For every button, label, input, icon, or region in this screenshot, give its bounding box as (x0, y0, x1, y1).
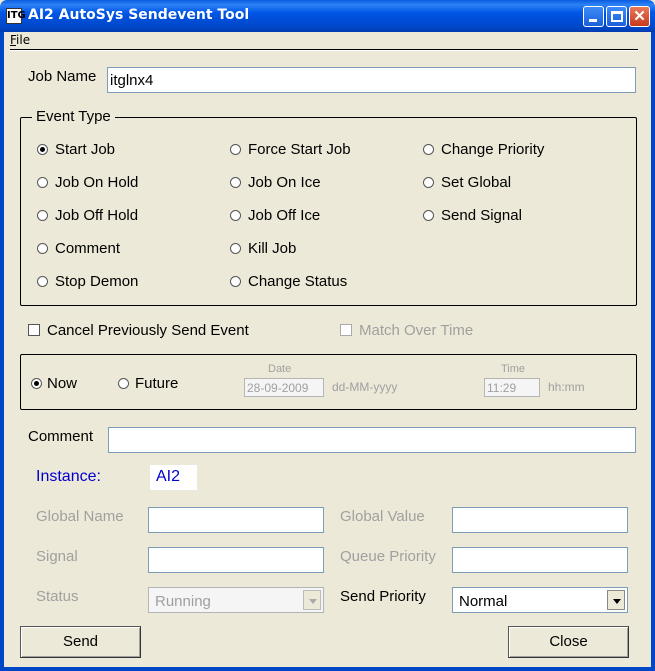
radio-future[interactable] (118, 378, 129, 389)
send-button[interactable]: Send (20, 626, 141, 658)
maximize-button[interactable] (606, 6, 627, 27)
radio-kill-job-label: Kill Job (248, 240, 297, 257)
job-name-input[interactable]: itglnx4 (107, 67, 636, 93)
menu-file[interactable]: File (10, 33, 30, 47)
match-over-time-checkbox[interactable] (340, 324, 352, 336)
radio-send-signal[interactable] (423, 210, 434, 221)
global-name-label: Global Name (36, 508, 124, 525)
match-over-time-label: Match Over Time (359, 322, 474, 339)
date-caption: Date (268, 363, 292, 375)
event-type-legend: Event Type (32, 108, 115, 125)
radio-job-off-hold-label: Job Off Hold (55, 207, 139, 224)
cancel-previous-label: Cancel Previously Send Event (47, 322, 249, 339)
radio-stop-demon[interactable] (37, 276, 48, 287)
radio-comment[interactable] (37, 243, 48, 254)
signal-label: Signal (36, 548, 78, 565)
radio-force-start-job-label: Force Start Job (248, 141, 351, 158)
radio-kill-job[interactable] (230, 243, 241, 254)
instance-value: AI2 (150, 465, 197, 490)
radio-job-on-ice[interactable] (230, 177, 241, 188)
schedule-group (20, 354, 637, 410)
window-title: AI2 AutoSys Sendevent Tool (28, 7, 250, 23)
radio-set-global[interactable] (423, 177, 434, 188)
global-value-label: Global Value (340, 508, 425, 525)
close-icon: ✕ (633, 8, 646, 25)
send-priority-select[interactable]: Normal (452, 587, 628, 613)
radio-stop-demon-label: Stop Demon (55, 273, 139, 290)
time-caption: Time (501, 363, 526, 375)
maximize-icon (611, 11, 623, 22)
menu-separator (10, 49, 638, 51)
date-input[interactable]: 28-09-2009 (244, 378, 324, 397)
radio-start-job[interactable] (37, 144, 48, 155)
chevron-down-icon (607, 590, 625, 610)
instance-label: Instance: (36, 468, 101, 485)
global-value-input[interactable] (452, 507, 628, 533)
date-format-hint: dd-MM-yyyy (332, 380, 398, 394)
radio-now-label: Now (47, 375, 78, 392)
radio-future-label: Future (135, 375, 179, 392)
radio-job-on-hold-label: Job On Hold (55, 174, 139, 191)
radio-force-start-job[interactable] (230, 144, 241, 155)
radio-change-priority-label: Change Priority (441, 141, 545, 158)
signal-input[interactable] (148, 547, 324, 573)
close-button[interactable]: Close (508, 626, 629, 658)
radio-change-status[interactable] (230, 276, 241, 287)
comment-input[interactable] (108, 427, 636, 453)
window-frame-bottom (0, 667, 655, 671)
job-name-label: Job Name (28, 68, 97, 85)
radio-change-status-label: Change Status (248, 273, 348, 290)
radio-now[interactable] (31, 378, 42, 389)
time-input[interactable]: 11:29 (484, 378, 540, 397)
minimize-icon (589, 19, 597, 22)
radio-comment-label: Comment (55, 240, 121, 257)
send-priority-label: Send Priority (340, 588, 426, 605)
radio-send-signal-label: Send Signal (441, 207, 522, 224)
time-format-hint: hh:mm (548, 380, 585, 394)
close-window-button[interactable]: ✕ (629, 6, 650, 27)
radio-job-off-ice-label: Job Off Ice (248, 207, 321, 224)
radio-job-on-ice-label: Job On Ice (248, 174, 321, 191)
status-select[interactable]: Running (148, 587, 324, 613)
menu-file-label: ile (16, 33, 31, 47)
chevron-down-icon (303, 590, 321, 610)
queue-priority-input[interactable] (452, 547, 628, 573)
global-name-input[interactable] (148, 507, 324, 533)
queue-priority-label: Queue Priority (340, 548, 436, 565)
window-frame-right (651, 32, 655, 671)
radio-job-off-ice[interactable] (230, 210, 241, 221)
app-icon: ITG (6, 8, 26, 24)
radio-job-off-hold[interactable] (37, 210, 48, 221)
radio-change-priority[interactable] (423, 144, 434, 155)
status-label: Status (36, 588, 79, 605)
comment-label: Comment (28, 428, 94, 445)
send-priority-select-value: Normal (459, 593, 508, 610)
minimize-button[interactable] (583, 6, 604, 27)
radio-start-job-label: Start Job (55, 141, 116, 158)
radio-set-global-label: Set Global (441, 174, 512, 191)
status-select-value: Running (155, 593, 211, 610)
cancel-previous-checkbox[interactable] (28, 324, 40, 336)
radio-job-on-hold[interactable] (37, 177, 48, 188)
window-frame-left (0, 32, 4, 671)
